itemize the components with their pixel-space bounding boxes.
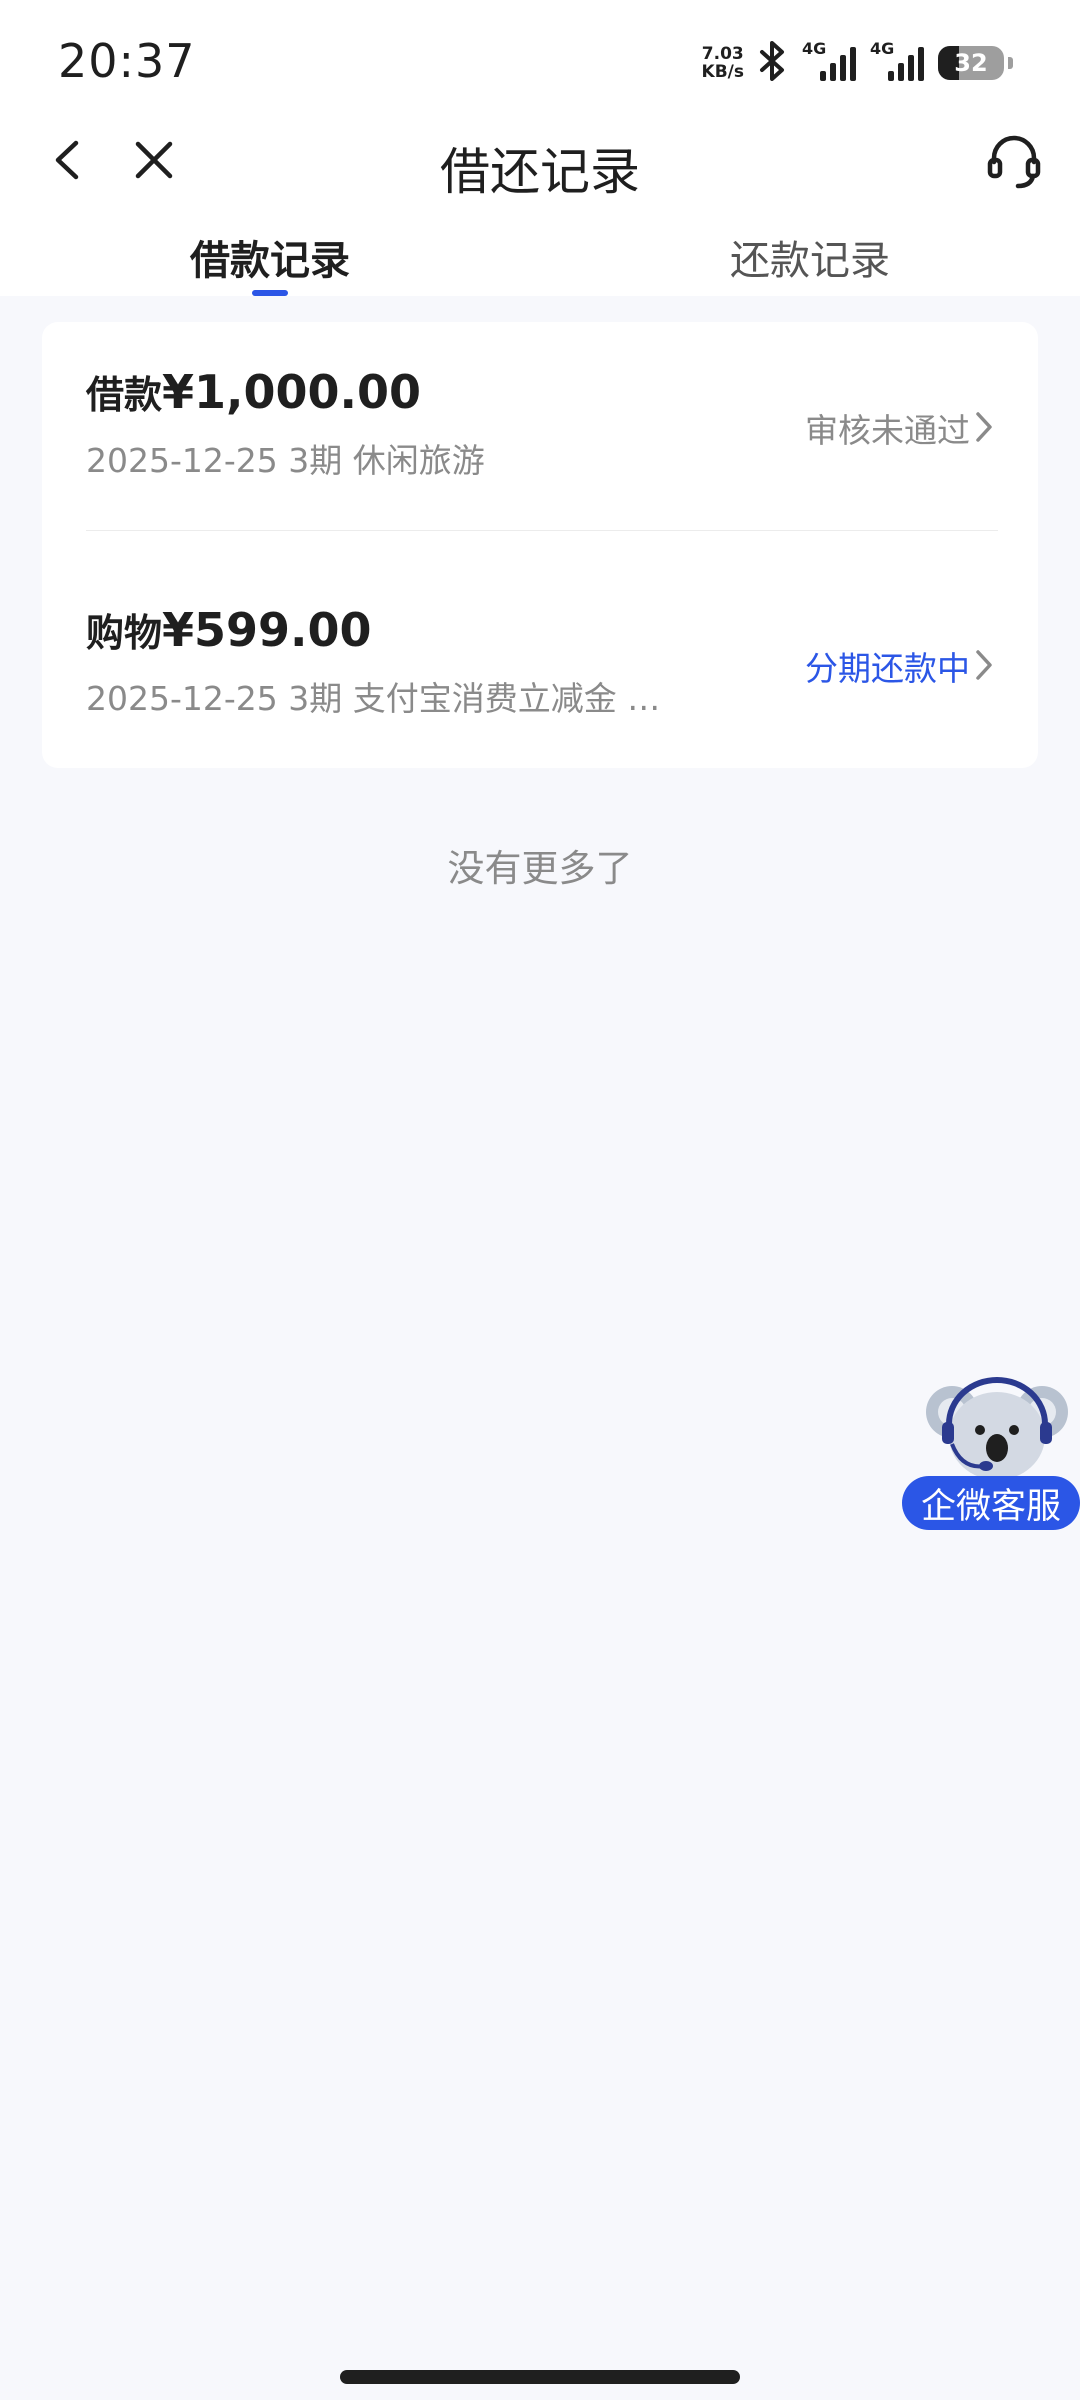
- chevron-right-icon: [976, 412, 992, 442]
- koala-mascot-icon: [926, 1377, 1068, 1480]
- tab-repayment-records[interactable]: 还款记录: [730, 228, 890, 286]
- network-speed-unit: KB/s: [701, 62, 744, 82]
- floating-customer-service[interactable]: 企微客服: [902, 1374, 1080, 1530]
- list-item[interactable]: 购物 ¥599.00 2025-12-25 3期 支付宝消费立减金 … 分期还款…: [42, 560, 1038, 770]
- record-title: 借款 ¥1,000.00: [86, 364, 421, 419]
- headset-icon: [987, 135, 1041, 189]
- status-bar: 20:37 7.03 KB/s 4G 4G 32: [0, 0, 1080, 120]
- record-amount: ¥1,000.00: [162, 365, 422, 419]
- record-category: 借款: [86, 373, 163, 417]
- floating-service-label: 企微客服: [902, 1476, 1080, 1530]
- nav-bar: 借还记录: [0, 120, 1080, 230]
- network-speed-value: 7.03: [701, 44, 744, 64]
- customer-service-button[interactable]: [974, 120, 1054, 200]
- record-detail: 2025-12-25 3期 休闲旅游: [86, 441, 485, 480]
- list-end-text: 没有更多了: [447, 847, 633, 890]
- signal-icon: 4G: [802, 39, 856, 83]
- record-category: 购物: [86, 611, 163, 655]
- record-detail: 2025-12-25 3期 支付宝消费立减金 …: [86, 679, 661, 718]
- page-title: 借还记录: [440, 143, 640, 201]
- chevron-right-icon: [976, 650, 992, 680]
- record-status: 审核未通过: [805, 411, 970, 450]
- status-time: 20:37: [58, 34, 196, 88]
- active-tab-indicator: [252, 290, 288, 296]
- home-indicator[interactable]: [340, 2370, 740, 2384]
- battery-icon: 32: [938, 46, 1013, 80]
- status-icons: 7.03 KB/s 4G 4G 32: [702, 39, 1013, 86]
- network-speed: 7.03 KB/s: [702, 45, 744, 81]
- record-title: 购物 ¥599.00: [86, 602, 372, 657]
- list-item[interactable]: 借款 ¥1,000.00 2025-12-25 3期 休闲旅游 审核未通过: [42, 322, 1038, 532]
- bluetooth-icon: [758, 41, 788, 85]
- record-amount: ¥599.00: [162, 603, 372, 657]
- records-card: 借款 ¥1,000.00 2025-12-25 3期 休闲旅游 审核未通过 购物…: [42, 322, 1038, 768]
- divider: [86, 530, 998, 531]
- battery-level: 32: [954, 49, 988, 77]
- record-status: 分期还款中: [805, 649, 970, 688]
- tab-borrow-records[interactable]: 借款记录: [190, 228, 350, 286]
- record-tabs: 借款记录 还款记录: [0, 220, 1080, 296]
- signal-icon-2: 4G: [870, 39, 924, 83]
